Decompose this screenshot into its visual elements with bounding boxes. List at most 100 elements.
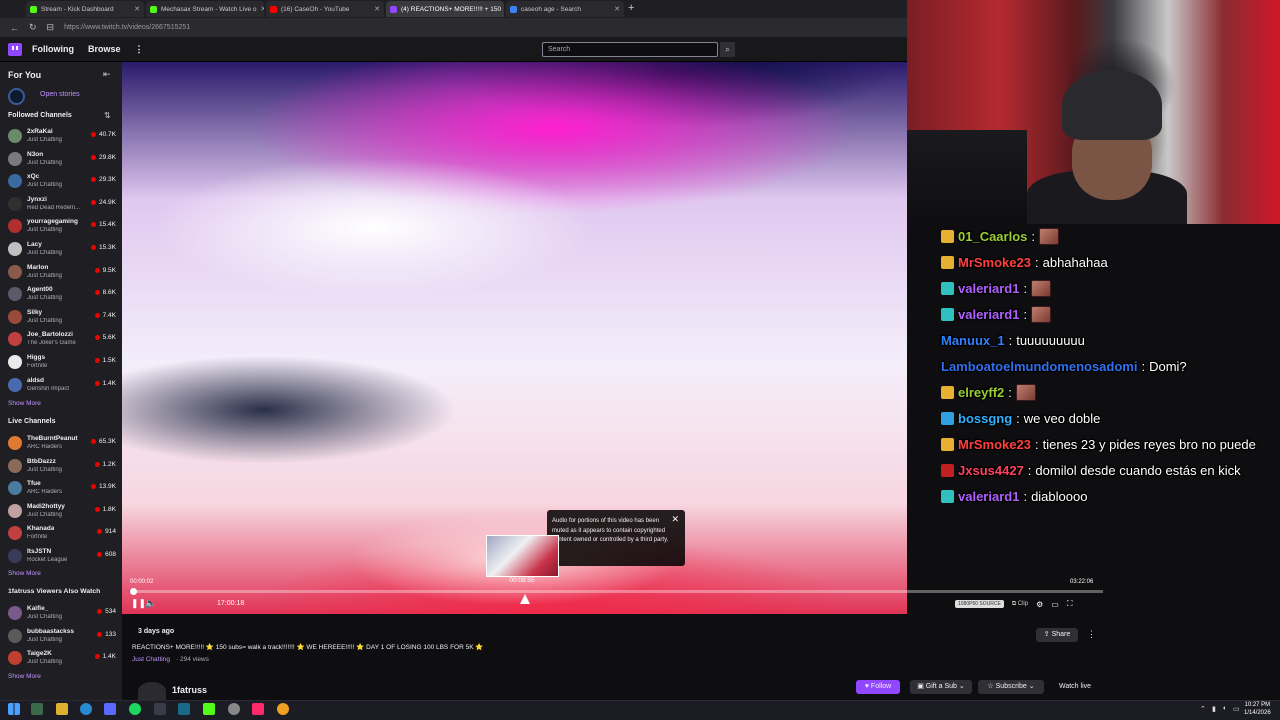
taskbar-clock[interactable]: 10:27 PM 1/14/2026 [1244,702,1271,717]
taskbar-app-icon[interactable] [178,703,190,715]
close-tab-icon[interactable]: ✕ [134,5,140,13]
browser-tab[interactable]: (16) CaseOh - YouTube ✕ [266,1,384,17]
sidebar-channel-item[interactable]: Lacy Just Chatting 15.3K [0,239,122,261]
nav-browse[interactable]: Browse [88,44,121,54]
tray-chevron-icon[interactable]: ⌃ [1200,705,1206,713]
followed-show-more[interactable]: Show More [8,400,41,407]
more-options-icon[interactable]: ⋮ [1087,629,1096,640]
close-icon[interactable]: ✕ [671,514,679,525]
nav-more-icon[interactable]: ⋮ [135,44,144,55]
sidebar-channel-item[interactable]: Jynxzi Red Dead Redem... 24.9K [0,194,122,216]
sidebar-channel-item[interactable]: Madi2hottyy Just Chatting 1.8K [0,501,122,523]
chat-username[interactable]: valeriard1 [958,281,1019,296]
theatre-mode-icon[interactable]: ▭ [1051,600,1059,609]
chat-username[interactable]: Lamboatoelmundomenosadomi [941,359,1137,374]
sidebar-channel-item[interactable]: Kaifie_ Just Chatting 534 [0,603,122,625]
sidebar-channel-item[interactable]: Joe_Bartolozzi The Joker's Game 5.6K [0,329,122,351]
new-tab-button[interactable]: + [628,2,634,14]
speaker-icon[interactable]: ◖ [1222,705,1226,712]
taskbar-app-icon[interactable] [228,703,240,715]
close-tab-icon[interactable]: ✕ [261,5,265,13]
browser-tab[interactable]: Mechasax Stream - Watch Live o ✕ [146,1,264,17]
channel-category: Just Chatting [27,659,63,666]
search-icon[interactable]: ⌕ [720,42,735,57]
gear-icon[interactable]: ⚙ [1036,600,1043,609]
tiktok-icon[interactable] [252,703,264,715]
sidebar-channel-item[interactable]: xQc Just Chatting 29.3K [0,171,122,193]
close-tab-icon[interactable]: ✕ [614,5,620,13]
sidebar-channel-item[interactable]: Taige2K Just Chatting 1.4K [0,648,122,670]
browser-tab[interactable]: caseoh age - Search ✕ [506,1,624,17]
sidebar-channel-item[interactable]: Agent00 Just Chatting 8.6K [0,284,122,306]
seek-bar-handle[interactable] [129,588,137,595]
sidebar-channel-item[interactable]: Khanada Fortnite 914 [0,523,122,545]
browser-tab-active[interactable]: (4) REACTIONS+ MORE!!!!! + 150✕ [386,1,504,17]
chat-username[interactable]: MrSmoke23 [958,255,1031,270]
sidebar-channel-item[interactable]: N3on Just Chatting 29.8K [0,149,122,171]
chat-username[interactable]: elreyff2 [958,385,1004,400]
nav-following[interactable]: Following [32,44,74,54]
quality-badge[interactable]: 1080P60 SOURCE [955,600,1004,608]
subscribe-button[interactable]: ☆ Subscribe ⌄ [978,680,1044,694]
clip-button[interactable]: ⧉ Clip [1012,601,1028,608]
video-category-link[interactable]: Just Chatting [132,656,170,663]
browser-icon[interactable] [80,703,92,715]
stories-avatar[interactable] [8,88,25,105]
sidebar-channel-item[interactable]: Marlon Just Chatting 9.5K [0,262,122,284]
url-text[interactable]: https://www.twitch.tv/videos/2667515251 [64,24,190,31]
sidebar-channel-item[interactable]: Silky Just Chatting 7.4K [0,307,122,329]
channel-name[interactable]: 1fatruss [172,685,207,695]
kick-app-icon[interactable] [203,703,215,715]
sidebar-channel-item[interactable]: Tfue ARC Raiders 13.9K [0,478,122,500]
twitch-logo-icon[interactable] [8,42,22,56]
sidebar-channel-item[interactable]: Higgs Fortnite 1.5K [0,352,122,374]
sidebar-channel-item[interactable]: 2xRaKai Just Chatting 40.7K [0,126,122,148]
channel-name: TheBurntPeanut [27,435,78,442]
live-show-more[interactable]: Show More [8,570,41,577]
share-button[interactable]: ⇪ Share [1036,628,1078,642]
sort-icon[interactable]: ⇅ [104,111,111,120]
open-stories-link[interactable]: Open stories [40,91,80,98]
sidebar-channel-item[interactable]: TheBurntPeanut ARC Raiders 65.3K [0,433,122,455]
sidebar-channel-item[interactable]: ItsJSTN Rocket League 608 [0,546,122,568]
seek-bar[interactable] [129,588,1103,595]
site-info-icon[interactable]: ⊟ [47,22,55,33]
chat-username[interactable]: 01_Caarlos [958,229,1027,244]
chat-username[interactable]: valeriard1 [958,307,1019,322]
gift-sub-button[interactable]: ▣ Gift a Sub ⌄ [910,680,972,694]
channel-category: Fortnite [27,363,48,369]
search-input[interactable]: Search [542,42,718,57]
spotify-icon[interactable] [129,703,141,715]
file-explorer-icon[interactable] [56,703,68,715]
chat-username[interactable]: MrSmoke23 [958,437,1031,452]
follow-button[interactable]: ♥ Follow [856,680,900,694]
network-icon[interactable]: ▮ [1212,705,1216,713]
browser-tab[interactable]: Stream - Kick Dashboard ✕ [26,1,144,17]
watch-live-button[interactable]: Watch live [1050,680,1100,694]
also-show-more[interactable]: Show More [8,673,41,680]
windows-start-icon[interactable] [8,703,20,715]
taskbar-app-icon[interactable] [31,703,43,715]
sidebar-channel-item[interactable]: BtbDazzz Just Chatting 1.2K [0,456,122,478]
chrome-icon[interactable] [277,703,289,715]
fullscreen-icon[interactable]: ⛶ [1067,599,1073,609]
chat-username[interactable]: valeriard1 [958,489,1019,504]
close-tab-icon[interactable]: ✕ [374,5,380,13]
pause-icon[interactable]: ❚❚ [131,598,146,609]
sidebar-channel-item[interactable]: bubbaastackss Just Chatting 133 [0,626,122,648]
channel-avatar[interactable] [138,682,166,700]
sidebar-channel-item[interactable]: yourragegaming Just Chatting 15.4K [0,216,122,238]
sidebar-channel-item[interactable]: aldsd Genshin Impact 1.4K [0,375,122,397]
chat-username[interactable]: bossgng [958,411,1012,426]
chat-username[interactable]: Manuux_1 [941,333,1005,348]
battery-icon[interactable]: ▭ [1233,705,1240,713]
back-icon[interactable]: ← [10,23,19,33]
reload-icon[interactable]: ↻ [29,22,37,33]
address-bar[interactable]: ← ↻ ⊟ https://www.twitch.tv/videos/26675… [0,18,907,37]
volume-icon[interactable]: 🔈 [145,598,156,609]
video-player[interactable] [122,62,907,614]
chat-username[interactable]: Jxsus4427 [958,463,1024,478]
obs-icon[interactable] [154,703,166,715]
collapse-sidebar-icon[interactable]: ⇤ [103,69,111,80]
discord-icon[interactable] [104,703,116,715]
